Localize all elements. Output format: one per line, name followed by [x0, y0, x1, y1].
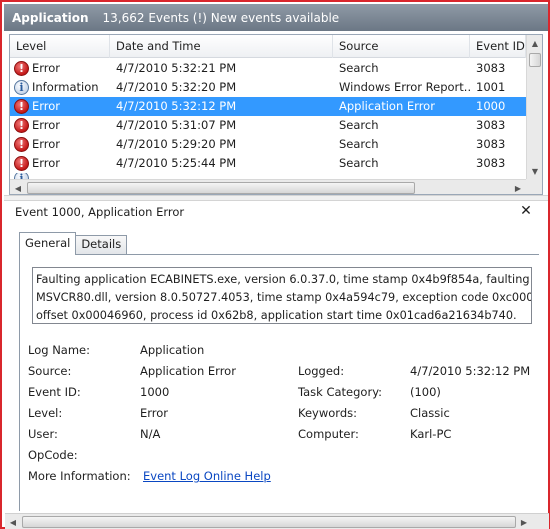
event-date: 4/7/2010 5:32:12 PM: [116, 99, 237, 113]
task-category-value: (100): [410, 385, 441, 399]
scroll-up-icon[interactable]: ▲: [527, 35, 542, 51]
event-source: Search: [339, 61, 379, 75]
event-list[interactable]: Level Date and Time Source Event ID ! Er…: [9, 34, 543, 195]
event-source: Application Error: [339, 99, 435, 113]
tab-details[interactable]: Details: [76, 235, 128, 254]
event-row[interactable]: i Information 4/7/2010 5:32:20 PM Window…: [10, 78, 526, 97]
event-rows: ! Error 4/7/2010 5:32:21 PM Search 3083 …: [10, 59, 526, 183]
scroll-right-icon[interactable]: ▶: [516, 514, 532, 529]
tab-general[interactable]: General: [19, 232, 77, 255]
event-list-vertical-scrollbar[interactable]: ▲ ▼: [526, 35, 542, 179]
event-date: 4/7/2010 5:25:44 PM: [116, 156, 237, 170]
more-info-label: More Information:: [28, 469, 131, 483]
event-row[interactable]: ! Error 4/7/2010 5:31:07 PM Search 3083: [10, 116, 526, 135]
level-label: Level:: [28, 406, 63, 420]
logged-label: Logged:: [298, 364, 345, 378]
event-id: 3083: [476, 137, 506, 151]
scroll-left-icon[interactable]: ◀: [10, 180, 26, 194]
event-date: 4/7/2010 5:29:20 PM: [116, 137, 237, 151]
event-id: 1001: [476, 80, 506, 94]
close-icon[interactable]: ✕: [519, 203, 533, 219]
scroll-down-icon[interactable]: ▼: [527, 163, 542, 179]
opcode-label: OpCode:: [28, 448, 78, 462]
event-date: 4/7/2010 5:32:20 PM: [116, 80, 237, 94]
event-id: 3083: [476, 61, 506, 75]
column-header-row: Level Date and Time Source Event ID: [10, 35, 526, 58]
column-header-level[interactable]: Level: [10, 35, 110, 58]
log-name-value: Application: [140, 343, 205, 357]
event-level: Error: [32, 61, 61, 75]
event-list-horizontal-scrollbar[interactable]: ◀ ▶: [10, 179, 526, 194]
scroll-corner: [526, 179, 542, 194]
user-value: N/A: [140, 427, 161, 441]
event-row[interactable]: ! Error 4/7/2010 5:32:21 PM Search 3083: [10, 59, 526, 78]
column-header-date[interactable]: Date and Time: [110, 35, 333, 58]
event-source: Search: [339, 118, 379, 132]
level-value: Error: [140, 406, 169, 420]
event-count-info: 13,662 Events (!) New events available: [102, 10, 340, 25]
event-viewer-window: Application 13,662 Events (!) New events…: [0, 0, 550, 529]
event-id-label: Event ID:: [28, 385, 81, 399]
event-source: Search: [339, 156, 379, 170]
scroll-thumb[interactable]: [529, 53, 541, 67]
description-line: MSVCR80.dll, version 8.0.50727.4053, tim…: [36, 291, 531, 304]
event-level: Error: [32, 156, 61, 170]
computer-label: Computer:: [298, 427, 359, 441]
logged-value: 4/7/2010 5:32:12 PM: [410, 364, 531, 378]
error-icon: !: [14, 156, 29, 171]
resize-grip[interactable]: [532, 514, 548, 529]
event-row[interactable]: ! Error 4/7/2010 5:29:20 PM Search 3083: [10, 135, 526, 154]
pane-splitter[interactable]: [4, 195, 548, 201]
detail-horizontal-scrollbar[interactable]: ◀ ▶: [5, 513, 549, 529]
event-source: Windows Error Report...: [339, 80, 470, 94]
column-header-source[interactable]: Source: [333, 35, 470, 58]
scroll-left-icon[interactable]: ◀: [5, 514, 21, 529]
event-level: Error: [32, 118, 61, 132]
error-icon: !: [14, 99, 29, 114]
event-row[interactable]: ! Error 4/7/2010 5:25:44 PM Search 3083: [10, 154, 526, 173]
event-description[interactable]: Faulting application ECABINETS.exe, vers…: [32, 267, 532, 324]
error-icon: !: [14, 118, 29, 133]
column-header-event-id[interactable]: Event ID: [470, 35, 526, 58]
user-label: User:: [28, 427, 58, 441]
event-level: Error: [32, 137, 61, 151]
log-title: Application: [12, 10, 89, 25]
event-row-selected[interactable]: ! Error 4/7/2010 5:32:12 PM Application …: [10, 97, 526, 116]
event-id: 1000: [476, 99, 506, 113]
error-icon: !: [14, 137, 29, 152]
event-id: 3083: [476, 118, 506, 132]
event-id-value: 1000: [140, 385, 170, 399]
error-icon: !: [14, 61, 29, 76]
scroll-thumb[interactable]: [22, 516, 516, 528]
keywords-value: Classic: [410, 406, 450, 420]
keywords-label: Keywords:: [298, 406, 357, 420]
source-label: Source:: [28, 364, 72, 378]
log-header: Application 13,662 Events (!) New events…: [4, 4, 548, 31]
event-date: 4/7/2010 5:32:21 PM: [116, 61, 237, 75]
info-icon: i: [14, 80, 29, 95]
detail-tabs: General Details: [19, 232, 128, 255]
event-detail-title: Event 1000, Application Error: [15, 205, 185, 219]
event-level: Information: [32, 80, 99, 94]
source-value: Application Error: [140, 364, 236, 378]
event-log-online-help-link[interactable]: Event Log Online Help: [143, 469, 271, 483]
description-line: offset 0x00046960, process id 0x62b8, ap…: [36, 309, 517, 322]
scroll-right-icon[interactable]: ▶: [510, 180, 526, 194]
computer-value: Karl-PC: [410, 427, 452, 441]
task-category-label: Task Category:: [298, 385, 383, 399]
event-level: Error: [32, 99, 61, 113]
event-source: Search: [339, 137, 379, 151]
event-date: 4/7/2010 5:31:07 PM: [116, 118, 237, 132]
log-name-label: Log Name:: [28, 343, 90, 357]
event-id: 3083: [476, 156, 506, 170]
description-line: Faulting application ECABINETS.exe, vers…: [36, 273, 532, 286]
scroll-thumb[interactable]: [27, 182, 415, 194]
